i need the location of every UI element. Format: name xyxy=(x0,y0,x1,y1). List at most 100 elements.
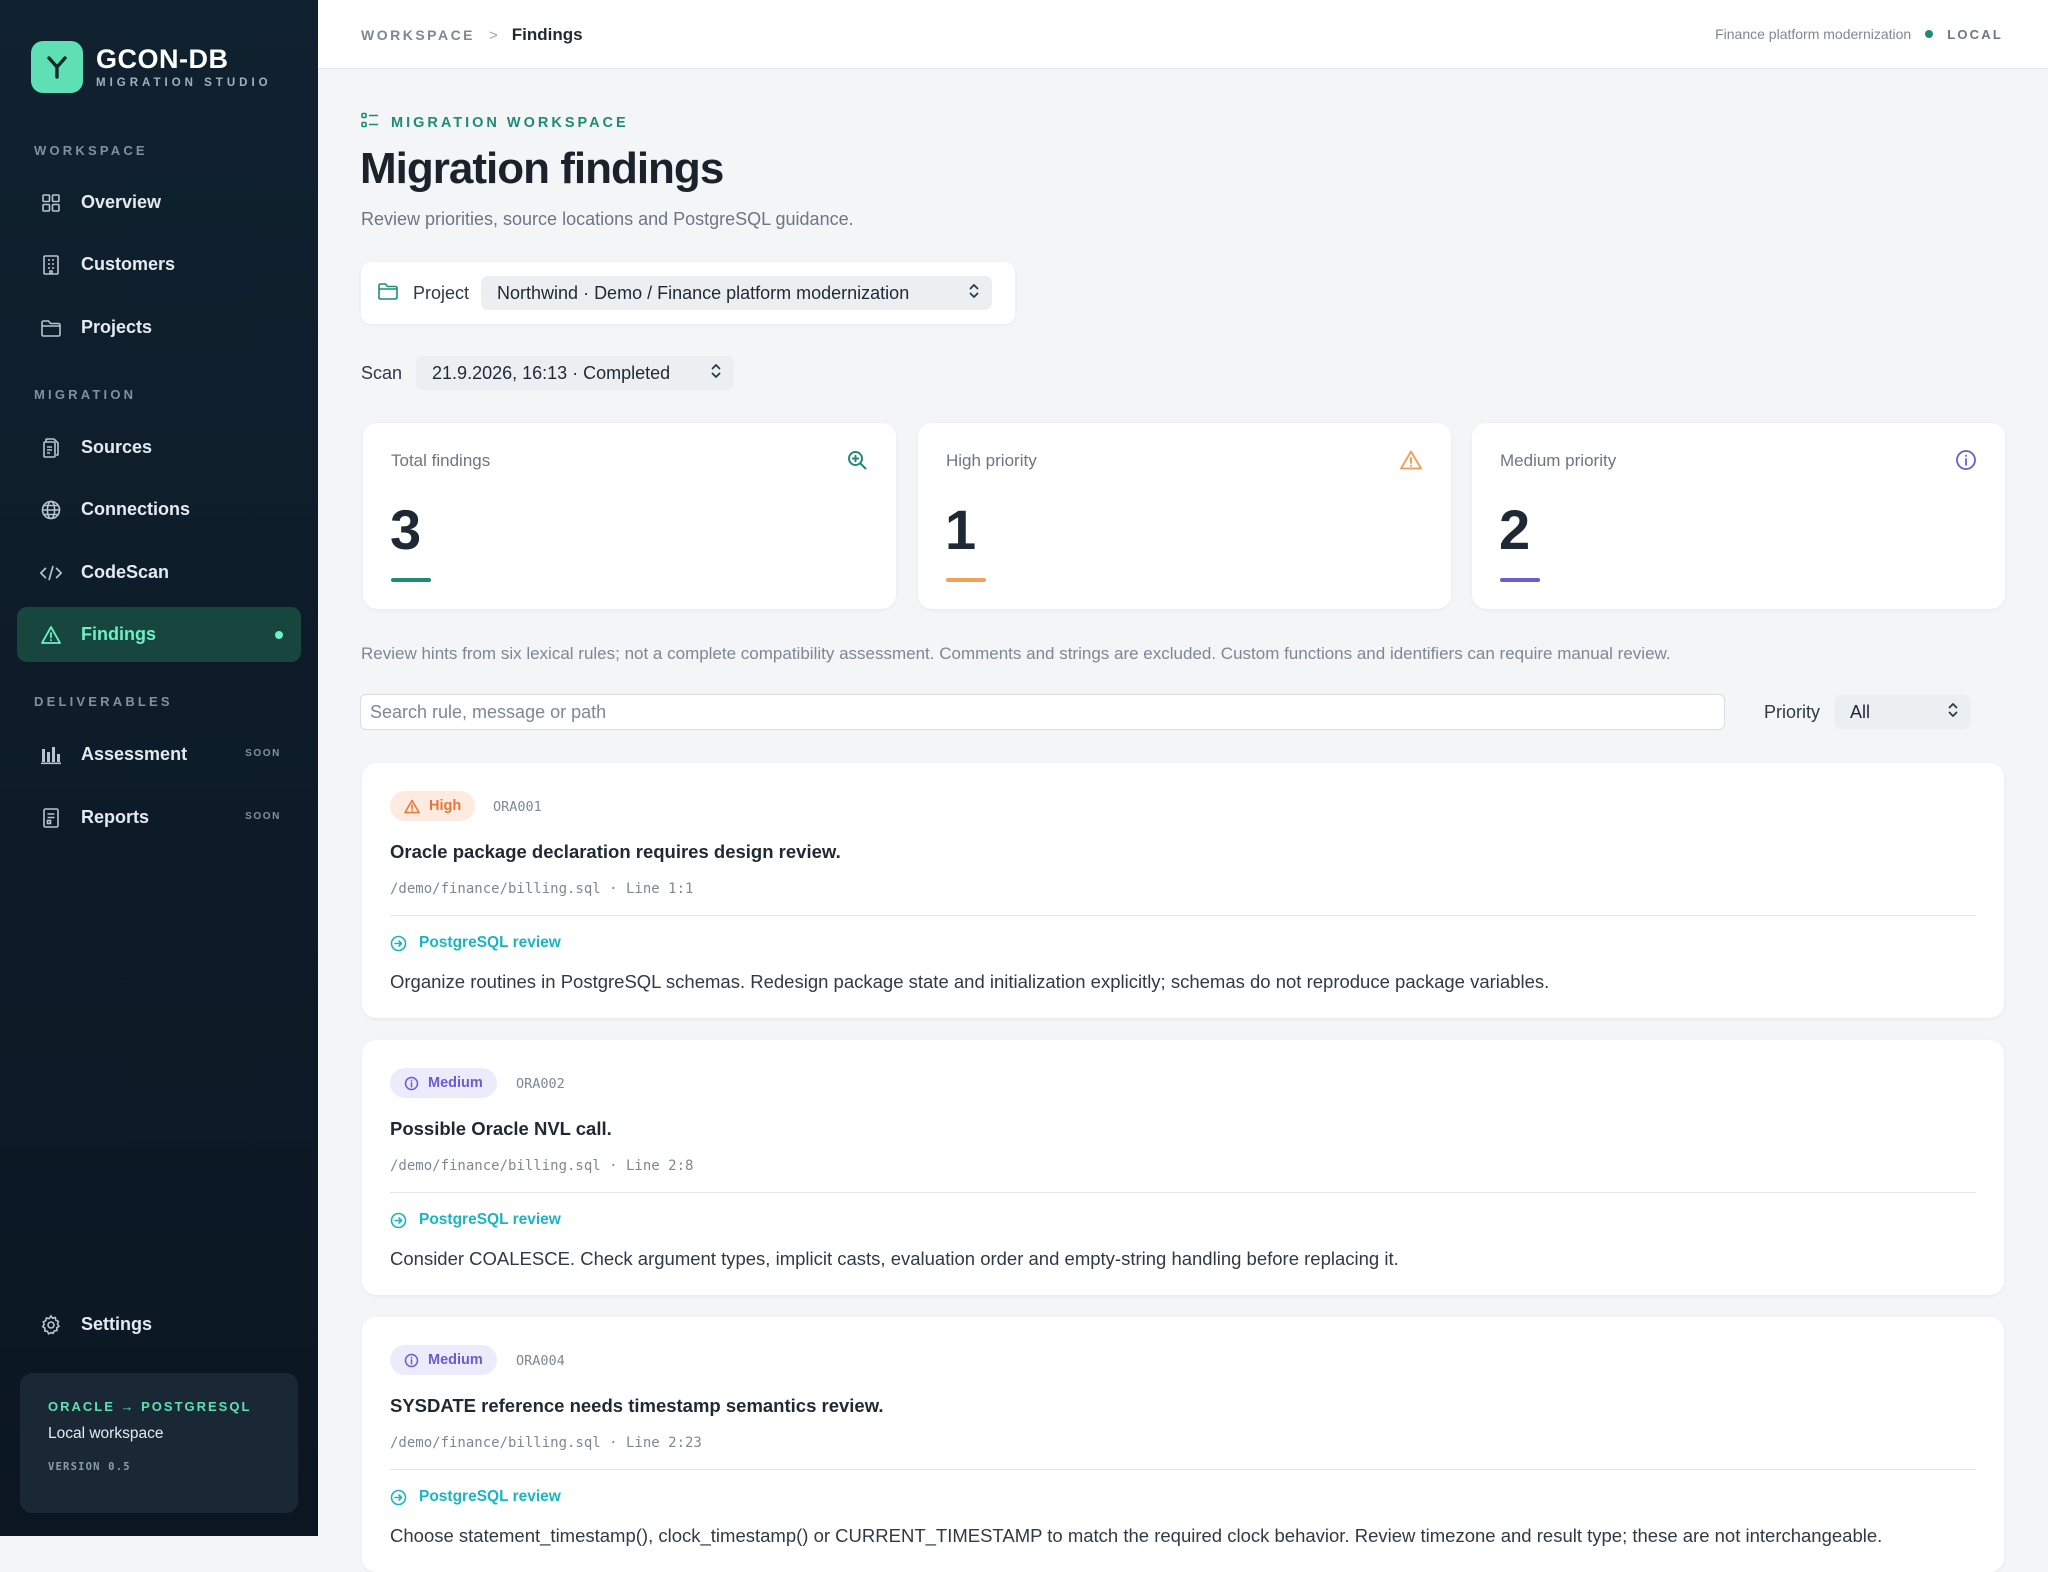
arrow-circle-icon xyxy=(390,1489,407,1505)
search-input[interactable] xyxy=(360,694,1725,730)
stat-label: Total findings xyxy=(391,451,491,470)
app-version: VERSION 0.5 xyxy=(48,1461,131,1473)
checklist-icon xyxy=(361,112,379,133)
section-title-deliverables: DELIVERABLES xyxy=(34,694,173,709)
review-label: PostgreSQL review xyxy=(419,1211,561,1228)
scan-label: Scan xyxy=(361,362,403,383)
chevron-up-down-icon xyxy=(1947,701,1959,724)
folder-icon xyxy=(39,316,63,340)
finding-guidance: Organize routines in PostgreSQL schemas.… xyxy=(390,971,1550,992)
project-label: Project xyxy=(413,282,470,303)
stat-value: 3 xyxy=(390,498,422,561)
divider xyxy=(390,915,1976,916)
workspace-info-card: ORACLE → POSTGRESQL Local workspace VERS… xyxy=(20,1373,298,1513)
finding-location[interactable]: /demo/finance/billing.sql · Line 1:1 xyxy=(390,881,693,897)
sidebar-item-codescan[interactable]: CodeScan xyxy=(17,545,301,600)
page-title: Migration findings xyxy=(360,144,724,193)
finding-title: Possible Oracle NVL call. xyxy=(390,1118,612,1139)
sidebar-item-reports[interactable]: Reports SOON xyxy=(17,790,301,845)
workspace-type: Local workspace xyxy=(48,1425,164,1442)
brand-name: GCON-DB xyxy=(96,44,229,74)
finding-location[interactable]: /demo/finance/billing.sql · Line 2:8 xyxy=(390,1158,693,1174)
review-header: PostgreSQL review xyxy=(390,1211,561,1229)
priority-badge: Medium xyxy=(390,1345,497,1375)
warning-icon xyxy=(1399,449,1423,476)
info-icon xyxy=(1955,449,1977,476)
priority-select[interactable]: All xyxy=(1834,695,1972,729)
breadcrumb-workspace[interactable]: WORKSPACE xyxy=(361,27,475,43)
sidebar-item-findings[interactable]: Findings xyxy=(17,607,301,662)
finding-title: Oracle package declaration requires desi… xyxy=(390,841,841,862)
scan-select[interactable]: 21.9.2026, 16:13 · Completed xyxy=(416,356,735,390)
brand-logo-icon xyxy=(31,41,83,93)
priority-filter: Priority All xyxy=(1764,695,1972,729)
stat-accent-bar xyxy=(1500,578,1540,582)
code-icon xyxy=(39,561,63,585)
sidebar-item-label: Customers xyxy=(81,254,176,274)
soon-badge: SOON xyxy=(245,811,281,822)
page-eyebrow: MIGRATION WORKSPACE xyxy=(361,112,629,133)
brand[interactable]: GCON-DB MIGRATION STUDIO xyxy=(31,41,272,93)
stat-accent-bar xyxy=(946,578,986,582)
info-icon xyxy=(404,1353,419,1367)
review-label: PostgreSQL review xyxy=(419,934,561,951)
warning-icon xyxy=(39,623,63,647)
rule-id: ORA002 xyxy=(516,1076,565,1092)
sidebar-item-label: Overview xyxy=(81,192,162,212)
project-filter: Project Northwind · Demo / Finance platf… xyxy=(361,262,1015,324)
breadcrumb: WORKSPACE > Findings xyxy=(361,25,583,45)
soon-badge: SOON xyxy=(245,748,281,759)
sidebar: GCON-DB MIGRATION STUDIO WORKSPACE Overv… xyxy=(0,0,318,1536)
priority-badge-label: Medium xyxy=(428,1352,483,1368)
rules-disclaimer: Review hints from six lexical rules; not… xyxy=(361,644,1671,663)
priority-select-value: All xyxy=(1850,701,1871,722)
info-icon xyxy=(404,1076,419,1090)
scan-select-value: 21.9.2026, 16:13 · Completed xyxy=(432,362,671,383)
finding-card[interactable]: High ORA001 Oracle package declaration r… xyxy=(362,763,2004,1018)
report-icon xyxy=(39,806,63,830)
gear-icon xyxy=(39,1313,63,1337)
scan-filter: Scan 21.9.2026, 16:13 · Completed xyxy=(361,356,735,390)
sidebar-item-sources[interactable]: Sources xyxy=(17,420,301,475)
active-indicator xyxy=(275,631,283,639)
finding-location[interactable]: /demo/finance/billing.sql · Line 2:23 xyxy=(390,1435,702,1451)
section-title-migration: MIGRATION xyxy=(34,387,137,402)
chevron-up-down-icon xyxy=(710,362,722,385)
bar-chart-icon xyxy=(39,743,63,767)
sidebar-item-label: CodeScan xyxy=(81,562,170,582)
priority-badge: High xyxy=(390,791,476,821)
sidebar-item-assessment[interactable]: Assessment SOON xyxy=(17,727,301,782)
breadcrumb-separator: > xyxy=(489,26,498,44)
divider xyxy=(390,1192,1976,1193)
finding-card[interactable]: Medium ORA004 SYSDATE reference needs ti… xyxy=(362,1317,2004,1572)
rule-id: ORA001 xyxy=(493,799,542,815)
stat-value: 1 xyxy=(945,498,977,561)
status-dot-icon xyxy=(1925,30,1934,38)
globe-icon xyxy=(39,498,63,522)
review-header: PostgreSQL review xyxy=(390,934,561,952)
sidebar-item-customers[interactable]: Customers xyxy=(17,237,301,292)
stat-card-high: High priority 1 xyxy=(918,423,1451,609)
priority-badge-label: Medium xyxy=(428,1075,483,1091)
brand-subtitle: MIGRATION STUDIO xyxy=(96,77,272,89)
finding-card[interactable]: Medium ORA002 Possible Oracle NVL call. … xyxy=(362,1040,2004,1295)
arrow-circle-icon xyxy=(390,935,407,951)
grid-icon xyxy=(39,191,63,215)
sidebar-item-connections[interactable]: Connections xyxy=(17,482,301,537)
files-icon xyxy=(39,436,63,460)
sidebar-item-settings[interactable]: Settings xyxy=(17,1297,301,1352)
folder-icon xyxy=(377,282,399,305)
sidebar-item-overview[interactable]: Overview xyxy=(17,175,301,230)
building-icon xyxy=(39,253,63,277)
priority-label: Priority xyxy=(1764,701,1821,722)
migration-direction: ORACLE → POSTGRESQL xyxy=(48,1399,252,1414)
topbar: WORKSPACE > Findings Finance platform mo… xyxy=(318,0,2048,69)
warning-icon xyxy=(404,799,420,813)
stat-card-total: Total findings 3 xyxy=(363,423,896,609)
project-select[interactable]: Northwind · Demo / Finance platform mode… xyxy=(481,276,993,310)
sidebar-item-label: Connections xyxy=(81,499,191,519)
chevron-up-down-icon xyxy=(968,282,980,305)
sidebar-item-label: Sources xyxy=(81,437,153,457)
sidebar-item-projects[interactable]: Projects xyxy=(17,300,301,355)
project-select-value: Northwind · Demo / Finance platform mode… xyxy=(497,282,910,303)
